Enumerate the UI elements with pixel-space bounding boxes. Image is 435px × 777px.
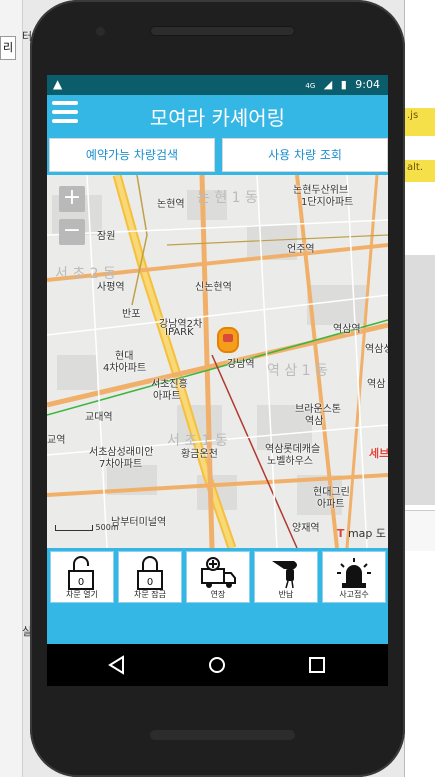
phone-screen: ▲ 4G ◢ ▮ 9:04 모여라 카셰어링 예약가능 차량검색 사용 차량 조… [47,75,388,686]
unlock-count: 0 [78,577,84,588]
map-label: 황금온천 [181,449,218,460]
home-icon[interactable] [205,654,229,676]
accident-report-button[interactable]: 사고접수 [322,551,386,603]
lock-count: 0 [147,577,153,588]
earpiece-speaker [150,26,295,36]
map-label: 논현역 [157,199,185,210]
map-label: 역삼 [305,416,324,427]
map-label: 언주역 [287,244,315,255]
search-button-bar: 예약가능 차량검색 사용 차량 조회 [47,135,388,175]
signal-bars-icon: ◢ [323,78,333,91]
back-icon[interactable] [105,654,129,676]
desktop-right-panel: .js alt. [404,0,435,777]
truck-plus-icon [201,557,236,588]
zoom-out-button[interactable]: − [59,219,85,245]
map-label: 교역 [47,435,66,446]
desktop-right-text-2: alt. [407,162,424,173]
available-car-search-button[interactable]: 예약가능 차량검색 [49,138,215,172]
map-label: 1단지아파트 [301,197,354,208]
map-provider-label: map 도 [347,527,386,540]
map-label: 남부터미널역 [111,517,167,528]
map-label: 역 삼 1 동 [267,363,328,379]
extend-label: 연장 [210,590,226,599]
warning-icon: ▲ [53,77,63,91]
clock: 9:04 [355,78,380,91]
in-use-car-lookup-button[interactable]: 사용 차량 조회 [222,138,388,172]
lock-door-label: 차문 잠금 [134,590,166,599]
unlock-door-button[interactable]: 0 차문 열기 [50,551,114,603]
recent-apps-icon[interactable] [305,654,329,676]
map-label: 양재역 [292,523,320,534]
app-bar: 모여라 카셰어링 [47,95,388,135]
map-label: 노벨하우스 [267,456,313,467]
camera [96,27,105,36]
unlock-door-label: 차문 열기 [66,590,98,599]
battery-icon: ▮ [340,78,347,91]
map-label: 7차아파트 [99,459,143,470]
desktop-left-panel: 리 터 실 [0,0,32,777]
map-label: 강남역 [227,359,255,370]
map-label: 아파트 [153,391,181,402]
zoom-in-button[interactable]: + [59,186,85,212]
desktop-left-tab[interactable]: 리 [0,36,16,60]
map-label: 교대역 [85,412,113,423]
map-label: 역삼역 [333,324,361,335]
map-label: 역삼성 [365,344,388,355]
map-view[interactable]: 논 현 1 동 역 삼 1 동 서 초 2 동 서 초 1 동 논현역 논현두산… [47,175,388,548]
return-label: 반납 [278,590,294,599]
car-location-pin-icon[interactable] [217,327,239,353]
extend-button[interactable]: 연장 [186,551,250,603]
map-label: 아파트 [317,499,345,510]
desktop-panel [405,510,435,551]
blank-area [47,604,388,644]
map-label: IPARK [165,327,194,338]
map-label: 사평역 [97,282,125,293]
app-title: 모여라 카셰어링 [149,106,286,130]
map-scale-label: 500m [95,523,119,532]
action-toolbar: 0 차문 열기 0 차문 잠금 연장 반납 사고접수 [47,548,388,604]
map-label: 논 현 1 동 [197,190,258,206]
map-label: 신논현역 [195,282,232,293]
phone-frame: ▲ 4G ◢ ▮ 9:04 모여라 카셰어링 예약가능 차량검색 사용 차량 조… [30,0,405,777]
desktop-right-text-1: .js [407,110,419,121]
lock-door-button[interactable]: 0 차문 잠금 [118,551,182,603]
map-provider-logo: T map 도 [336,527,386,540]
desktop-map-thumbnail [405,255,435,505]
map-label: 4차아파트 [103,363,147,374]
return-button[interactable]: 반납 [254,551,318,603]
lock-icon: 0 [137,556,163,590]
bottom-speaker [150,730,295,740]
status-bar: ▲ 4G ◢ ▮ 9:04 [47,75,388,95]
signal-icon: 4G [305,82,316,90]
map-label: 잠원 [97,231,116,242]
map-label: 세브 [369,447,388,460]
map-label: 반포 [122,309,141,320]
map-label: 역삼 [367,379,386,390]
navigation-bar [47,644,388,686]
car-key-icon [272,561,297,589]
map-scale: 500m [55,523,119,532]
unlock-icon: 0 [68,556,94,590]
accident-report-label: 사고접수 [339,590,369,599]
siren-icon [337,558,371,588]
